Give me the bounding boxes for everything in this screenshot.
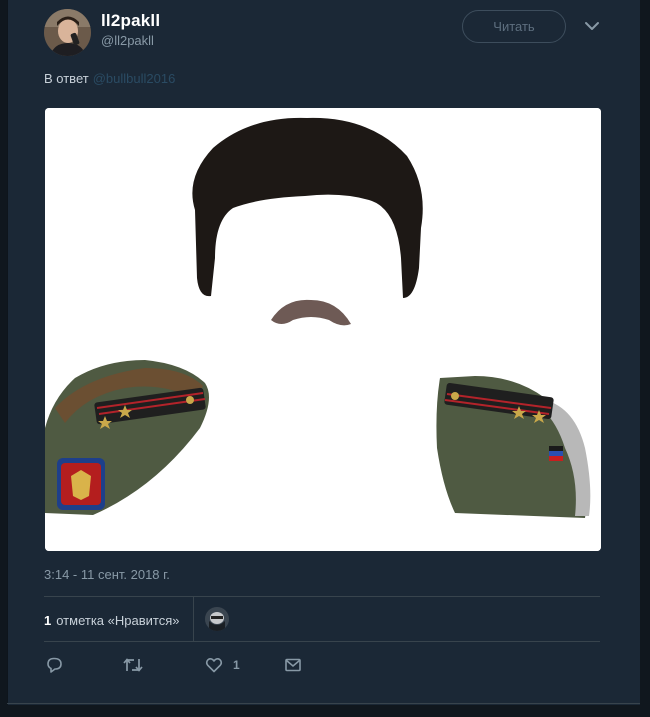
heart-icon [205, 658, 223, 673]
stats-separator [193, 597, 194, 642]
author-handle[interactable]: @ll2pakll [101, 33, 154, 48]
retweet-button[interactable] [123, 655, 143, 675]
like-count: 1 [233, 658, 240, 672]
author-avatar[interactable] [44, 9, 91, 56]
media-illustration [45, 108, 601, 551]
liker-avatar-image [205, 607, 229, 631]
likes-stat[interactable]: 1 отметка «Нравится» [44, 609, 179, 631]
reply-mention-link[interactable]: @bullbull2016 [93, 71, 176, 86]
page-gutter [640, 0, 650, 717]
reply-icon [47, 657, 62, 673]
avatar-photo [44, 9, 91, 56]
envelope-icon [285, 658, 301, 672]
like-button[interactable]: 1 [205, 655, 240, 675]
tweet-media-image[interactable] [45, 108, 601, 551]
likes-label: отметка «Нравится» [56, 612, 180, 628]
follow-button[interactable]: Читать [462, 10, 566, 43]
divider-top [44, 596, 600, 597]
divider-bottom [44, 641, 600, 642]
tweet-timestamp[interactable]: 3:14 - 11 сент. 2018 г. [44, 567, 170, 582]
author-display-name[interactable]: ll2pakll [101, 11, 160, 31]
reply-prefix: В ответ [44, 71, 89, 86]
reply-button[interactable] [46, 655, 64, 675]
bottom-divider [7, 703, 640, 704]
likes-count: 1 [44, 612, 52, 628]
bottom-bar [0, 705, 650, 717]
reply-context: В ответ @bullbull2016 [44, 71, 175, 86]
direct-message-button[interactable] [284, 655, 302, 675]
liker-avatar[interactable] [205, 607, 229, 631]
chevron-down-icon[interactable] [584, 18, 600, 34]
retweet-icon [123, 658, 143, 672]
